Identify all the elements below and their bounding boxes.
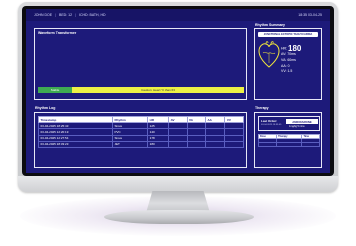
stable-indicator: Stable [38, 87, 72, 93]
topbar-time: 18:35 03-04-25 [298, 13, 322, 17]
last-order-box: Last Order: 03-04-2025 18:33:45 AMIODARO… [258, 116, 320, 131]
vitals-block: HR: 180 AV: 70ms VA: 60ms AA: 0 VV: 1.5 [281, 45, 301, 75]
rhythm-log-table: Timestamp Rhythm HR AV VA AA VV 03-04-20… [38, 115, 244, 148]
cell-rhythm: JET [111, 140, 149, 148]
monitor-stand-base [104, 210, 254, 224]
drug-badge[interactable]: AMIODARONE [286, 119, 318, 124]
monitor-chin [18, 176, 338, 192]
patient-bed: BED: 12 [59, 13, 73, 17]
heart-icon [258, 41, 280, 68]
table-row[interactable]: 03-04-2025 18:33:23 JET 180 [38, 140, 244, 148]
waveform-title: Waveform Transformer [38, 31, 77, 35]
topbar-separator: | [75, 13, 76, 17]
cell-therapy [276, 142, 303, 147]
monitor-screen: JOHN DOE | BED: 12 | ICHD: BATH, HD 18:3… [26, 9, 330, 173]
patient-topbar: JOHN DOE | BED: 12 | ICHD: BATH, HD 18:3… [26, 9, 330, 21]
cell-av [168, 140, 188, 148]
patient-name: JOHN DOE [34, 13, 53, 17]
hr-label: HR: [281, 46, 288, 51]
cell-timestamp: 03-04-2025 18:33:23 [38, 140, 113, 148]
waveform-panel: Waveform Transformer Stable Caution: Hea… [34, 28, 247, 100]
patient-location: ICHD: BATH, HD [78, 13, 106, 17]
status-bar: Stable Caution: Heart Yt than 63 [38, 87, 244, 93]
summary-title: Rhythm Summary [255, 23, 285, 27]
cell-hr: 180 [147, 140, 170, 148]
last-order-time: 03-04-2025 18:33:45 [261, 124, 282, 126]
cell-time [301, 142, 320, 147]
last-order-label: Last Order: [261, 119, 278, 123]
cell-vv [224, 140, 244, 148]
rhythm-log-title: Rhythm Log [35, 106, 56, 110]
vv-reading: VV: 1.5 [281, 69, 293, 74]
cell-aa [204, 140, 226, 148]
waveform-area [38, 39, 244, 85]
therapy-panel: Last Order: 03-04-2025 18:33:45 AMIODARO… [254, 112, 322, 168]
therapy-title: Therapy [255, 106, 269, 110]
topbar-separator: | [55, 13, 57, 17]
drug-dose: 1mg/kg 5 mins [289, 125, 305, 128]
rhythm-summary-panel: JUNCTIONAL ECTOPIC TACHYCARDIA HR: 180 A… [254, 28, 322, 100]
rhythm-badge: JUNCTIONAL ECTOPIC TACHYCARDIA [258, 32, 318, 37]
table-row[interactable] [257, 142, 320, 147]
cell-va [186, 140, 206, 148]
cell-dose [257, 142, 278, 147]
rhythm-log-panel: Timestamp Rhythm HR AV VA AA VV 03-04-20… [34, 112, 247, 168]
caution-message: Caution: Heart Yt than 63 [141, 88, 175, 92]
therapy-table: Dose Therapy Time [257, 134, 320, 147]
